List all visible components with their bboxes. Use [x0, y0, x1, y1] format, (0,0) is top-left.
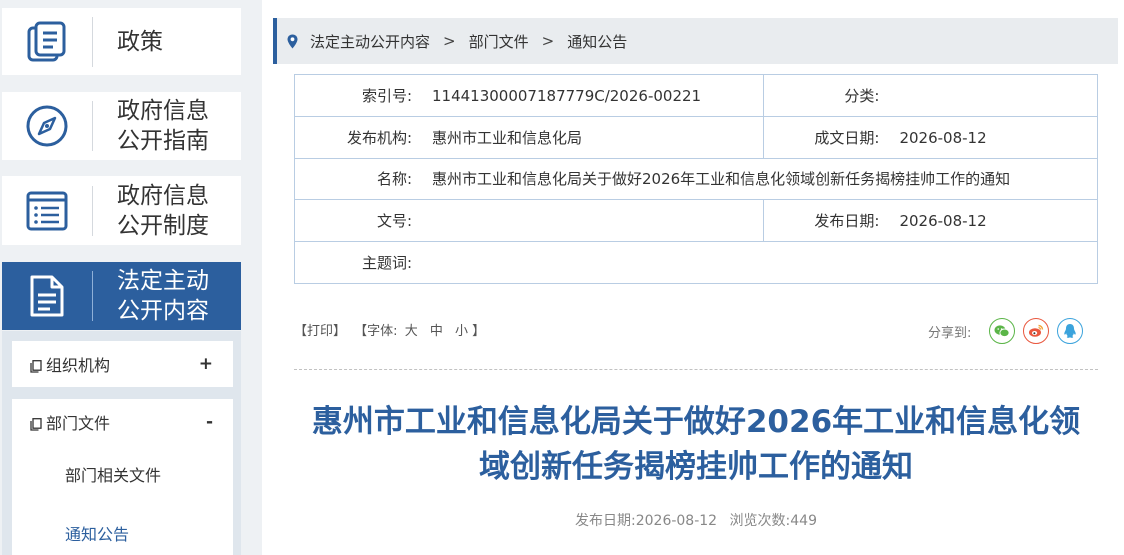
file-text-icon — [2, 262, 92, 330]
main-content: 法定主动公开内容 > 部门文件 > 通知公告 索引号: 1144130000718… — [262, 0, 1124, 555]
breadcrumb-item[interactable]: 部门文件 — [469, 31, 529, 52]
article-tools: 【打印】 【字体: 大 中 小 】 — [294, 320, 485, 339]
share-bar: 分享到: — [928, 318, 1084, 344]
subnav-child-department-related-files[interactable]: 部门相关文件 — [65, 462, 161, 486]
meta-pub-date-value: 2026-08-12 — [899, 212, 987, 231]
divider — [294, 369, 1098, 370]
wechat-share-icon[interactable] — [989, 318, 1016, 344]
meta-index-label: 索引号: — [361, 86, 412, 105]
document-stack-icon — [2, 8, 92, 75]
breadcrumb-item[interactable]: 法定主动公开内容 — [310, 31, 430, 52]
meta-subject-value — [412, 254, 432, 272]
collapse-icon[interactable]: - — [206, 412, 213, 432]
meta-pub-date-label: 发布日期: — [814, 212, 880, 231]
pub-date-value: 2026-08-12 — [635, 513, 718, 529]
views-value: 449 — [790, 513, 817, 529]
document-icon — [30, 416, 42, 431]
article-publish-info: 发布日期:2026-08-12 浏览次数:449 — [294, 510, 1098, 530]
font-large-button[interactable]: 大 — [405, 324, 418, 339]
list-document-icon — [2, 176, 92, 245]
meta-publisher-value: 惠州市工业和信息化局 — [432, 128, 583, 147]
meta-written-date-label: 成文日期: — [814, 128, 880, 147]
meta-index-value: 11441300007187779C/2026-00221 — [432, 86, 702, 105]
breadcrumb-item[interactable]: 通知公告 — [567, 31, 627, 52]
sidebar-card-label: 政府信息 公开指南 — [117, 98, 209, 154]
font-size-prefix: 【字体: — [354, 324, 398, 339]
sidebar-card-system[interactable]: 政府信息 公开制度 — [2, 176, 241, 245]
sidebar-card-policy[interactable]: 政策 — [2, 8, 241, 75]
meta-name-value: 惠州市工业和信息化局关于做好2026年工业和信息化领域创新任务揭榜挂帅工作的通知 — [432, 170, 1011, 189]
meta-written-date-value: 2026-08-12 — [899, 128, 987, 147]
subnav-child-notices[interactable]: 通知公告 — [65, 521, 129, 545]
views-label: 浏览次数: — [729, 513, 791, 529]
sidebar-subnav: 组织机构 + 部门文件 - 部门相关文件 通知公告 — [2, 331, 241, 555]
sidebar-card-label: 政府信息 公开制度 — [117, 182, 209, 239]
document-icon — [30, 358, 42, 373]
font-small-button[interactable]: 小 — [455, 324, 468, 339]
qq-share-icon[interactable] — [1057, 318, 1084, 344]
document-meta-table: 索引号: 11441300007187779C/2026-00221 分类: 发布… — [293, 74, 1098, 284]
breadcrumb: 法定主动公开内容 > 部门文件 > 通知公告 — [273, 18, 1118, 64]
meta-docno-value — [412, 212, 432, 230]
subnav-item-organization[interactable]: 组织机构 + — [12, 341, 233, 387]
meta-subject-label: 主题词: — [361, 254, 412, 273]
compass-icon — [2, 92, 92, 160]
pub-date-label: 发布日期: — [575, 513, 636, 529]
breadcrumb-separator: > — [541, 32, 555, 50]
sidebar-card-label: 法定主动 公开内容 — [117, 268, 209, 324]
meta-publisher-label: 发布机构: — [346, 128, 412, 147]
sidebar-card-statutory-content[interactable]: 法定主动 公开内容 — [2, 262, 241, 330]
share-label: 分享到: — [928, 325, 972, 341]
meta-category-value — [879, 87, 899, 105]
sidebar-card-guide[interactable]: 政府信息 公开指南 — [2, 92, 241, 160]
location-pin-icon — [287, 34, 298, 49]
meta-category-label: 分类: — [844, 86, 880, 105]
expand-icon[interactable]: + — [199, 354, 213, 374]
meta-name-label: 名称: — [376, 170, 412, 189]
sidebar-card-label: 政策 — [117, 28, 163, 55]
breadcrumb-separator: > — [443, 32, 456, 50]
font-medium-button[interactable]: 中 — [430, 324, 443, 339]
print-button[interactable]: 【打印】 — [294, 324, 346, 339]
meta-docno-label: 文号: — [376, 212, 412, 231]
weibo-share-icon[interactable] — [1023, 318, 1050, 344]
article-title: 惠州市工业和信息化局关于做好2026年工业和信息化领 域创新任务揭榜挂帅工作的通… — [311, 404, 1081, 485]
font-size-suffix: 】 — [472, 324, 486, 339]
